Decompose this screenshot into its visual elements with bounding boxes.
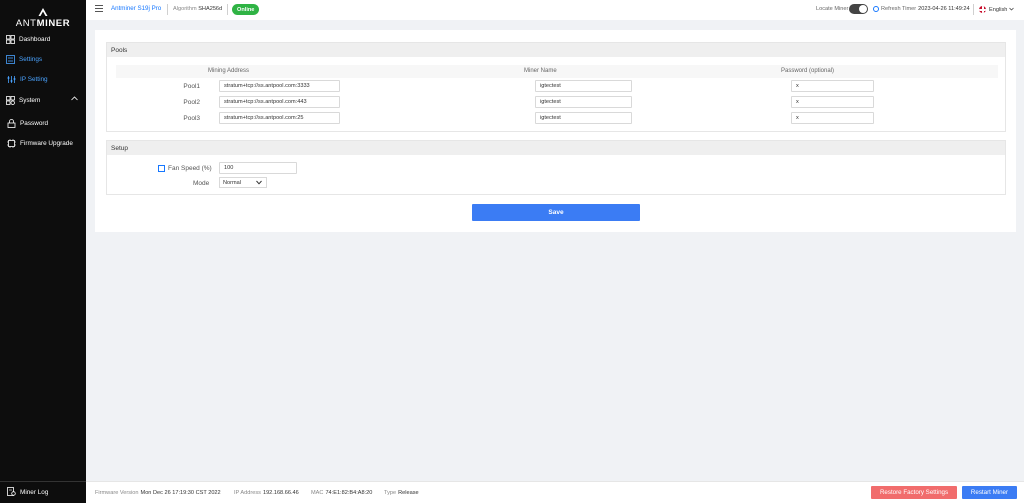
chevron-up-icon bbox=[71, 96, 78, 103]
pool1-password-input[interactable]: x bbox=[791, 80, 874, 92]
mode-select-value: Normal bbox=[223, 179, 242, 186]
sidebar-item-ip-setting[interactable]: IP Setting bbox=[0, 72, 86, 86]
mode-label: Mode bbox=[193, 180, 210, 187]
pools-section: Pools Mining Address Miner Name Password… bbox=[106, 42, 1006, 132]
lock-icon bbox=[7, 118, 16, 128]
firmware-version-label: Firmware Version bbox=[95, 490, 139, 496]
restart-miner-button[interactable]: Restart Miner bbox=[962, 486, 1017, 499]
locate-miner-label: Locate Miner bbox=[816, 6, 849, 12]
settings-card: Pools Mining Address Miner Name Password… bbox=[95, 30, 1016, 232]
fan-speed-label: Fan Speed (%) bbox=[168, 165, 212, 172]
setup-title: Setup bbox=[107, 141, 1005, 155]
mac-address-label: MAC bbox=[311, 490, 324, 496]
pool3-password-input[interactable]: x bbox=[791, 112, 874, 124]
ip-setting-icon bbox=[7, 75, 16, 84]
ip-address-label: IP Address bbox=[234, 490, 261, 496]
settings-icon bbox=[6, 54, 15, 64]
chevron-down-icon bbox=[1009, 7, 1015, 13]
firmware-version-value: Mon Dec 26 17:19:30 CST 2022 bbox=[140, 490, 221, 496]
refresh-timer: Refresh Timer 2023-04-26 11:49:24 bbox=[873, 6, 970, 12]
uk-flag-icon bbox=[979, 6, 986, 13]
pool1-label: Pool1 bbox=[183, 83, 200, 90]
pool3-address-input[interactable]: stratum+tcp://ss.antpool.com:25 bbox=[219, 112, 340, 124]
dashboard-icon bbox=[6, 34, 15, 44]
fan-speed-input[interactable]: 100 bbox=[219, 162, 297, 174]
divider bbox=[973, 4, 974, 15]
pool3-label: Pool3 bbox=[183, 115, 200, 122]
status-badge: Online bbox=[232, 4, 260, 15]
save-button-label: Save bbox=[548, 209, 564, 216]
miner-log-label: Miner Log bbox=[20, 489, 49, 496]
locate-miner-toggle[interactable] bbox=[849, 4, 868, 14]
header-password: Password (optional) bbox=[781, 68, 835, 74]
clock-icon bbox=[873, 6, 879, 12]
pool2-password-input[interactable]: x bbox=[791, 96, 874, 108]
pool1-address-input[interactable]: stratum+tcp://ss.antpool.com:3333 bbox=[219, 80, 340, 92]
pool3-miner-name-input[interactable]: igtectest bbox=[535, 112, 632, 124]
miner-model: Antminer S19j Pro bbox=[111, 5, 162, 12]
ant-logo-icon bbox=[38, 8, 48, 16]
sidebar-item-label: Firmware Upgrade bbox=[20, 139, 73, 147]
menu-icon[interactable] bbox=[95, 5, 103, 12]
refresh-timer-value: 2023-04-26 11:49:24 bbox=[918, 6, 970, 12]
firmware-type: Type Release bbox=[384, 490, 419, 496]
logo-text-miner: MINER bbox=[36, 18, 71, 29]
save-button[interactable]: Save bbox=[472, 204, 640, 221]
pools-title: Pools bbox=[107, 43, 1005, 57]
mac-address-value: 74:E1:82:B4:A8:20 bbox=[325, 490, 373, 496]
footer: Firmware Version Mon Dec 26 17:19:30 CST … bbox=[86, 481, 1024, 503]
mac-address: MAC 74:E1:82:B4:A8:20 bbox=[311, 490, 372, 496]
algorithm-info: Algorithm SHA256d bbox=[173, 6, 222, 12]
sidebar: ANTMINER Dashboard Settings IP Setting S… bbox=[0, 0, 86, 503]
chevron-down-icon bbox=[256, 180, 262, 187]
pool2-address-input[interactable]: stratum+tcp://ss.antpool.com:443 bbox=[219, 96, 340, 108]
firmware-type-label: Type bbox=[384, 490, 397, 496]
antminer-logo: ANTMINER bbox=[0, 0, 86, 32]
algorithm-value: SHA256d bbox=[198, 6, 223, 12]
sidebar-item-dashboard[interactable]: Dashboard bbox=[0, 32, 86, 46]
refresh-timer-label: Refresh Timer bbox=[881, 6, 917, 12]
sidebar-item-label: IP Setting bbox=[20, 75, 48, 83]
top-bar: Antminer S19j Pro Algorithm SHA256d Onli… bbox=[86, 0, 1024, 20]
sidebar-item-label: Password bbox=[20, 119, 49, 127]
sidebar-item-settings[interactable]: Settings bbox=[0, 52, 86, 66]
log-icon bbox=[7, 487, 16, 498]
sidebar-item-system[interactable]: System bbox=[0, 93, 86, 107]
sidebar-item-label: System bbox=[19, 96, 41, 104]
divider bbox=[227, 4, 228, 15]
language-label: English bbox=[989, 6, 1008, 13]
ip-address-value: 192.168.66.46 bbox=[262, 490, 299, 496]
language-selector[interactable]: English bbox=[979, 6, 1015, 13]
restart-button-label: Restart Miner bbox=[970, 489, 1009, 496]
firmware-type-value: Release bbox=[398, 490, 419, 496]
divider bbox=[167, 4, 168, 15]
ip-address: IP Address 192.168.66.46 bbox=[234, 490, 299, 496]
firmware-version: Firmware Version Mon Dec 26 17:19:30 CST … bbox=[95, 490, 221, 496]
sidebar-item-miner-log[interactable]: Miner Log bbox=[0, 481, 86, 503]
sidebar-item-firmware-upgrade[interactable]: Firmware Upgrade bbox=[0, 136, 86, 150]
pool2-label: Pool2 bbox=[183, 99, 200, 106]
pool2-miner-name-input[interactable]: igtectest bbox=[535, 96, 632, 108]
restore-factory-settings-button[interactable]: Restore Factory Settings bbox=[871, 486, 957, 499]
sidebar-item-label: Dashboard bbox=[19, 35, 51, 43]
mode-select[interactable]: Normal bbox=[219, 177, 267, 188]
pools-table-header: Mining Address Miner Name Password (opti… bbox=[116, 65, 998, 78]
fan-speed-checkbox[interactable] bbox=[158, 165, 165, 172]
status-badge-text: Online bbox=[237, 6, 255, 13]
setup-section: Setup Fan Speed (%) 100 Mode Normal bbox=[106, 140, 1006, 195]
algorithm-label: Algorithm bbox=[173, 6, 197, 12]
restore-button-label: Restore Factory Settings bbox=[879, 489, 949, 496]
logo-text-ant: ANT bbox=[15, 18, 37, 29]
sidebar-item-password[interactable]: Password bbox=[0, 116, 86, 130]
header-miner-name: Miner Name bbox=[524, 68, 557, 74]
firmware-icon bbox=[7, 138, 16, 148]
header-mining-address: Mining Address bbox=[208, 68, 250, 74]
pool1-miner-name-input[interactable]: igtectest bbox=[535, 80, 632, 92]
sidebar-item-label: Settings bbox=[19, 55, 43, 63]
system-icon bbox=[6, 95, 15, 105]
